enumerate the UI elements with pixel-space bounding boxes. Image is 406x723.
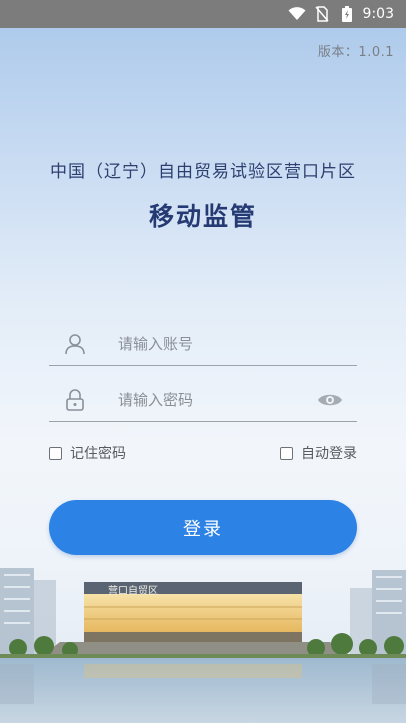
username-field[interactable] xyxy=(49,322,357,366)
background-scene: 营口自贸区 xyxy=(0,568,406,723)
remember-password-label: 记住密码 xyxy=(70,446,126,462)
password-input[interactable] xyxy=(118,390,317,409)
username-input[interactable] xyxy=(118,334,357,353)
auto-login-label: 自动登录 xyxy=(301,446,357,462)
auto-login-option[interactable]: 自动登录 xyxy=(280,443,357,463)
eye-icon[interactable] xyxy=(317,391,343,409)
main-building: 营口自贸区 xyxy=(44,582,346,654)
organization-subtitle: 中国（辽宁）自由贸易试验区营口片区 xyxy=(50,162,356,182)
no-sim-icon xyxy=(313,6,331,22)
remember-password-option[interactable]: 记住密码 xyxy=(49,443,126,463)
wifi-icon xyxy=(288,6,306,22)
remember-password-checkbox[interactable] xyxy=(49,446,62,460)
building-sign: 营口自贸区 xyxy=(108,584,158,597)
password-field[interactable] xyxy=(49,378,357,422)
battery-charging-icon xyxy=(338,6,356,22)
user-icon xyxy=(63,332,87,356)
auto-login-checkbox[interactable] xyxy=(280,446,293,460)
status-bar: 9:03 xyxy=(0,0,406,28)
app-title: 移动监管 xyxy=(148,202,257,231)
clock: 9:03 xyxy=(362,6,394,22)
version-label: 版本：1.0.1 xyxy=(317,45,394,60)
login-button[interactable]: 登录 xyxy=(49,500,357,555)
lock-icon xyxy=(63,388,87,412)
